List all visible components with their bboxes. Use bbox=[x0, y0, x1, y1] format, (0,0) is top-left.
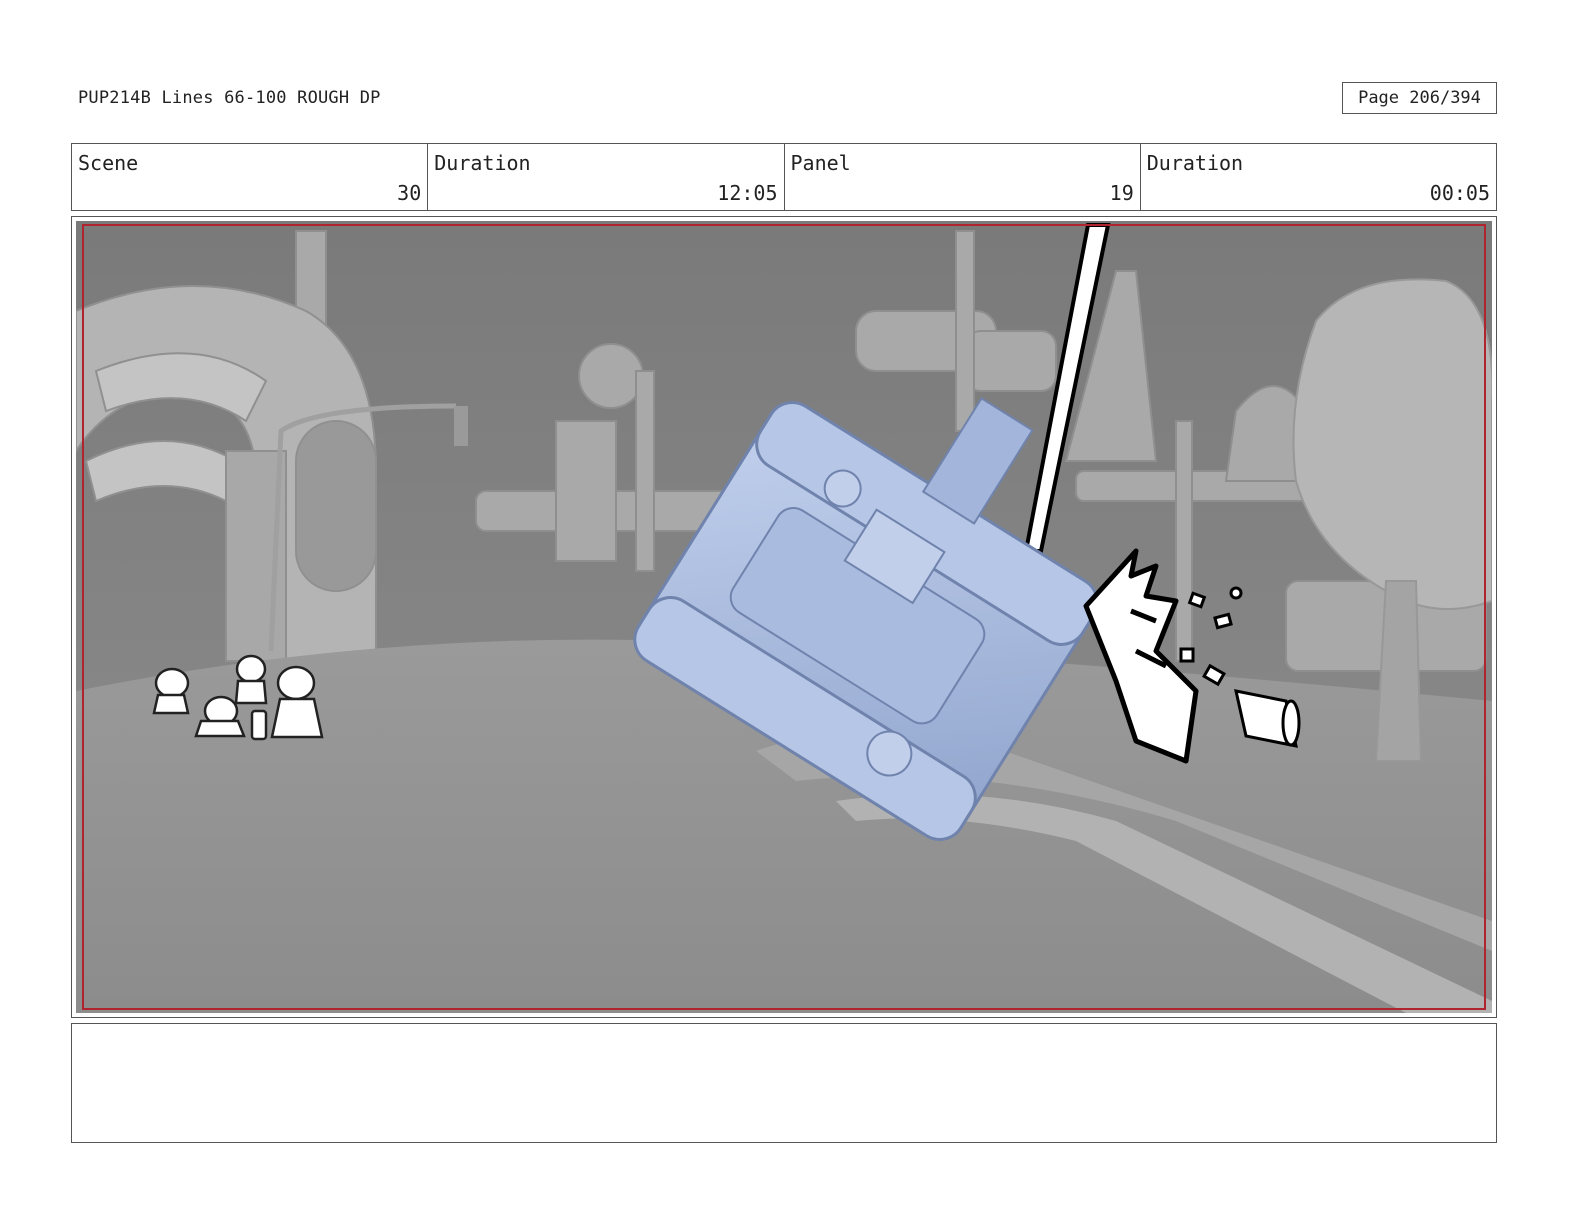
scene-duration-cell: Duration 12:05 bbox=[428, 144, 785, 210]
panel-duration-value: 00:05 bbox=[1429, 181, 1490, 205]
scene-duration-value: 12:05 bbox=[717, 181, 778, 205]
scene-value: 30 bbox=[397, 181, 422, 205]
scene-duration-label: Duration bbox=[434, 151, 531, 175]
panel-value: 19 bbox=[1109, 181, 1134, 205]
page-number: Page 206/394 bbox=[1342, 82, 1497, 114]
document-title: PUP214B Lines 66-100 ROUGH DP bbox=[78, 88, 381, 108]
storyboard-panel bbox=[71, 216, 1497, 1018]
scene-label: Scene bbox=[78, 151, 139, 175]
panel-artwork bbox=[76, 221, 1492, 1013]
panel-duration-cell: Duration 00:05 bbox=[1141, 144, 1496, 210]
scene-cell: Scene 30 bbox=[72, 144, 429, 210]
panel-cell: Panel 19 bbox=[785, 144, 1141, 210]
panel-notes-box bbox=[71, 1023, 1497, 1143]
panel-duration-label: Duration bbox=[1146, 151, 1244, 175]
panel-info-table: Scene 30 Duration 12:05 Panel 19 Duratio… bbox=[71, 143, 1497, 211]
panel-label: Panel bbox=[790, 151, 851, 175]
